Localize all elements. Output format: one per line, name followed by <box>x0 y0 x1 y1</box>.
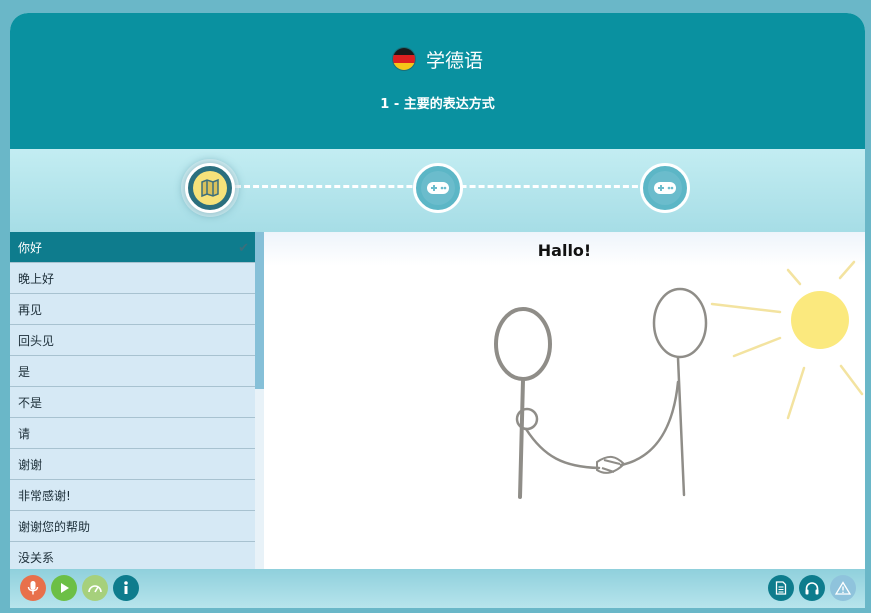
list-scrollbar[interactable] <box>255 232 264 569</box>
phrase-label: 晚上好 <box>18 271 55 286</box>
map-icon <box>193 171 227 205</box>
info-icon <box>124 581 128 594</box>
gamepad-icon <box>648 171 682 205</box>
document-button[interactable] <box>768 575 794 601</box>
warning-icon <box>835 581 851 595</box>
phrase-item[interactable]: 再见 <box>10 294 255 325</box>
phrase-item[interactable]: 谢谢您的帮助 <box>10 511 255 542</box>
info-button[interactable] <box>113 575 139 601</box>
speedometer-icon <box>88 585 102 593</box>
phrase-item[interactable]: 你好 ✔ <box>10 232 255 263</box>
step-3-button[interactable] <box>640 163 690 213</box>
phrase-item[interactable]: 非常感谢! <box>10 480 255 511</box>
phrase-label: 是 <box>18 364 31 379</box>
headphones-icon <box>805 582 819 595</box>
step-2-button[interactable] <box>413 163 463 213</box>
document-icon <box>775 581 787 595</box>
play-icon <box>61 583 69 593</box>
phrase-label: 你好 <box>18 240 43 255</box>
title-row: 学德语 <box>10 43 865 75</box>
phrase-label: 谢谢 <box>18 457 43 472</box>
phrase-item[interactable]: 晚上好 <box>10 263 255 294</box>
phrase-item[interactable]: 不是 <box>10 387 255 418</box>
phrase-label: 没关系 <box>18 550 55 565</box>
sun-icon <box>710 260 864 420</box>
phrase-label: 非常感谢! <box>18 488 71 503</box>
app-window: 学德语 1 - 主要的表达方式 你好 ✔ 晚上好 再见 回头见 是 不是 请 谢… <box>10 13 865 608</box>
headphones-button[interactable] <box>799 575 825 601</box>
phrase-item[interactable]: 谢谢 <box>10 449 255 480</box>
microphone-icon <box>27 581 39 595</box>
phrase-label: 再见 <box>18 302 43 317</box>
right-person <box>619 287 708 497</box>
phrase-item[interactable]: 是 <box>10 356 255 387</box>
phrase-item[interactable]: 没关系 <box>10 542 255 569</box>
phrase-label: 回头见 <box>18 333 55 348</box>
speed-button[interactable] <box>82 575 108 601</box>
handshake-illustration <box>494 260 864 499</box>
microphone-button[interactable] <box>20 575 46 601</box>
app-title: 学德语 <box>425 49 483 72</box>
play-button[interactable] <box>51 575 77 601</box>
phrase-label: 谢谢您的帮助 <box>18 519 91 534</box>
phrase-title: Hallo! <box>537 241 592 260</box>
phrase-item[interactable]: 请 <box>10 418 255 449</box>
lesson-title: 1 - 主要的表达方式 <box>380 97 495 112</box>
header: 学德语 1 - 主要的表达方式 <box>10 13 865 149</box>
step-progress-bar <box>10 149 865 232</box>
gamepad-icon <box>421 171 455 205</box>
phrase-label: 请 <box>18 426 31 441</box>
germany-flag-icon <box>391 47 416 71</box>
checkmark-icon: ✔ <box>238 241 249 256</box>
phrase-list: 你好 ✔ 晚上好 再见 回头见 是 不是 请 谢谢 非常感谢! 谢谢您的帮助 没… <box>10 232 264 569</box>
left-person <box>494 307 601 499</box>
phrase-item[interactable]: 回头见 <box>10 325 255 356</box>
toolbar-footer <box>10 569 865 608</box>
scrollbar-thumb[interactable] <box>255 232 264 389</box>
step-1-button[interactable] <box>185 163 235 213</box>
illustration-panel: Hallo! <box>264 232 865 569</box>
phrase-label: 不是 <box>18 395 43 410</box>
report-problem-button[interactable] <box>830 575 856 601</box>
